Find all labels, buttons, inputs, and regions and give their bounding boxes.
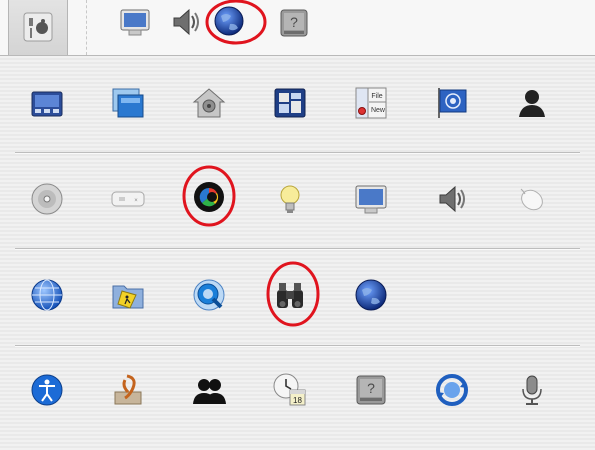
row-separator bbox=[15, 248, 580, 249]
accounts-user-icon[interactable] bbox=[514, 85, 550, 121]
energy-saver-icon[interactable] bbox=[272, 181, 308, 217]
sound-icon bbox=[173, 8, 199, 36]
expose-spaces-icon[interactable] bbox=[29, 86, 65, 122]
spotlight-binoculars-icon[interactable] bbox=[272, 277, 308, 313]
displays-toolbar-button[interactable] bbox=[118, 5, 152, 39]
software-update-icon[interactable] bbox=[434, 372, 470, 408]
microphone-icon[interactable] bbox=[514, 372, 550, 408]
svg-text:?: ? bbox=[290, 14, 298, 30]
dashboard-widgets-icon[interactable] bbox=[272, 85, 308, 121]
svg-text:?: ? bbox=[367, 380, 375, 396]
show-all-icon bbox=[21, 10, 55, 44]
cds-dvds-icon[interactable] bbox=[29, 181, 65, 217]
desktop-screensaver-icon[interactable] bbox=[110, 85, 146, 121]
general-new-label: New bbox=[371, 107, 386, 114]
general-file-label: File bbox=[371, 93, 382, 100]
svg-text:×: × bbox=[134, 198, 138, 204]
toolbar: ? bbox=[0, 0, 595, 56]
network-globe-icon[interactable] bbox=[29, 277, 65, 313]
universal-access-icon[interactable] bbox=[29, 372, 65, 408]
accounts-silhouette-icon[interactable] bbox=[191, 374, 227, 410]
colorsync-icon[interactable] bbox=[191, 179, 227, 215]
network-toolbar-button[interactable] bbox=[212, 4, 246, 38]
sharing-folder-icon[interactable] bbox=[110, 277, 146, 313]
row-separator bbox=[15, 345, 580, 346]
security-house-icon[interactable] bbox=[191, 85, 227, 121]
quicktime-icon[interactable] bbox=[191, 277, 227, 313]
speech-icon[interactable] bbox=[110, 372, 146, 408]
show-all-button[interactable] bbox=[8, 0, 68, 55]
displays-icon bbox=[120, 9, 150, 36]
international-flag-icon[interactable] bbox=[434, 85, 470, 121]
startup-disk-icon: ? bbox=[280, 9, 308, 37]
general-appearance-icon[interactable]: File New bbox=[353, 85, 389, 121]
startup-disk-icon[interactable]: ? bbox=[353, 372, 389, 408]
date-time-icon[interactable]: 18 bbox=[272, 372, 308, 408]
network-icon bbox=[214, 6, 244, 36]
sound-icon[interactable] bbox=[434, 181, 470, 217]
keyboard-icon[interactable]: × bbox=[110, 181, 146, 217]
mouse-icon[interactable] bbox=[514, 181, 550, 217]
sound-toolbar-button[interactable] bbox=[168, 5, 202, 39]
displays-icon[interactable] bbox=[353, 181, 389, 217]
network-earth-icon[interactable] bbox=[353, 277, 389, 313]
date-day-label: 18 bbox=[293, 396, 302, 405]
startup-disk-toolbar-button[interactable]: ? bbox=[277, 6, 311, 40]
toolbar-divider bbox=[86, 0, 88, 55]
row-separator bbox=[15, 152, 580, 153]
